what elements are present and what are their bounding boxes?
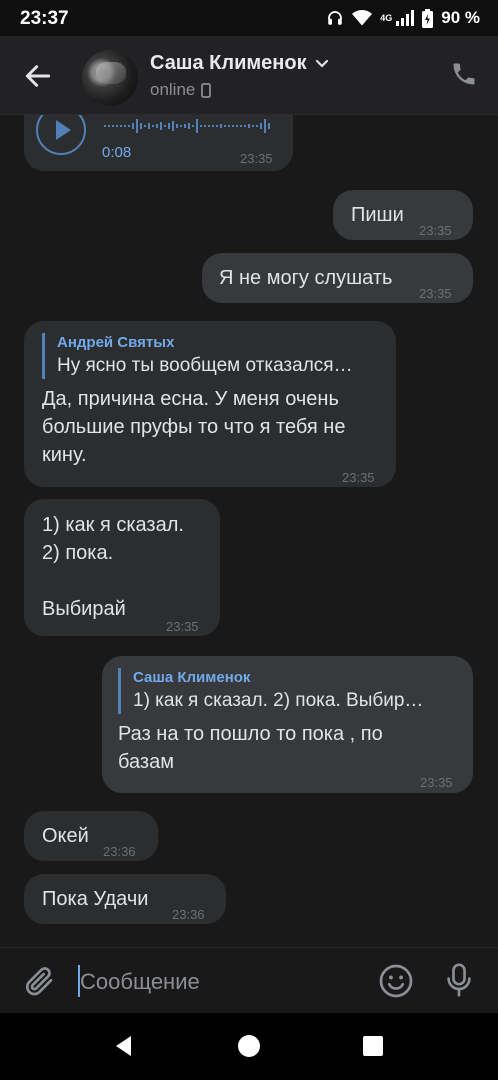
message-time: 23:35 (419, 223, 452, 238)
chat-header: Саша Клименок online (0, 36, 498, 115)
message-time: 23:36 (103, 844, 136, 859)
battery-level: 90 % (441, 8, 480, 27)
nav-home-icon[interactable] (237, 1034, 261, 1058)
message-text: 1) как я сказал. 2) пока. Выбирай (42, 514, 184, 620)
message-text: Пиши (351, 204, 404, 226)
incoming-reply-message: Андрей Святых Ну ясно ты вообщем отказал… (24, 321, 396, 487)
message-input-placeholder: Сообщение (80, 969, 200, 994)
outgoing-message: Я не могу слушать 23:35 (202, 253, 473, 303)
outgoing-reply-message: Саша Клименок 1) как я сказал. 2) пока. … (102, 656, 473, 793)
phone-icon[interactable] (450, 60, 478, 88)
message-text: Раз на то пошло то пока , по базам (118, 723, 383, 773)
status-icons: 4G 90 % (326, 8, 480, 28)
message-time: 23:35 (240, 151, 273, 166)
network-type: 4G (380, 13, 393, 23)
play-button[interactable] (36, 115, 86, 155)
chevron-down-icon (315, 59, 328, 68)
reply-quote[interactable]: Саша Клименок 1) как я сказал. 2) пока. … (118, 668, 457, 714)
headphones-icon (328, 11, 343, 25)
message-time: 23:35 (419, 286, 452, 301)
play-icon (56, 120, 71, 140)
voice-message: 0:08 23:35 (24, 115, 293, 171)
presence-text: online (150, 80, 196, 99)
nav-back-icon[interactable] (112, 1034, 136, 1058)
reply-text: Ну ясно ты вообщем отказался… (57, 355, 353, 376)
emoji-smile-icon[interactable] (378, 963, 414, 999)
status-time: 23:37 (20, 8, 69, 29)
reply-author: Саша Клименок (133, 669, 251, 686)
status-bar: 23:37 4G 90 % (0, 0, 498, 36)
mobile-device-icon (201, 82, 212, 98)
avatar[interactable] (82, 50, 138, 106)
waveform (104, 119, 270, 133)
reply-quote[interactable]: Андрей Святых Ну ясно ты вообщем отказал… (42, 333, 378, 379)
presence-status: online (150, 80, 212, 100)
message-list[interactable]: 0:08 23:35 Пиши 23:35 Я не могу слушать … (0, 115, 498, 947)
contact-name-button[interactable]: Саша Клименок (150, 52, 329, 75)
message-time: 23:35 (420, 775, 453, 790)
contact-name: Саша Клименок (150, 52, 307, 74)
message-text: Я не могу слушать (219, 267, 393, 289)
battery-charging-icon (422, 8, 434, 28)
message-time: 23:35 (166, 619, 199, 634)
voice-duration: 0:08 (102, 144, 132, 161)
wifi-icon (352, 10, 373, 26)
microphone-icon[interactable] (442, 962, 476, 998)
message-composer: Сообщение (0, 947, 498, 1014)
reply-author: Андрей Святых (57, 334, 175, 351)
message-time: 23:36 (172, 907, 205, 922)
reply-text: 1) как я сказал. 2) пока. Выбир… (133, 690, 424, 711)
system-navigation-bar (0, 1013, 498, 1080)
outgoing-message: Пиши 23:35 (333, 190, 473, 240)
incoming-message: Пока Удачи 23:36 (24, 874, 226, 924)
message-time: 23:35 (342, 470, 375, 485)
incoming-message: 1) как я сказал. 2) пока. Выбирай 23:35 (24, 499, 220, 636)
message-text: Да, причина есна. У меня очень большие п… (42, 388, 346, 466)
back-arrow-icon[interactable] (22, 60, 54, 92)
message-input[interactable]: Сообщение (76, 956, 356, 1006)
incoming-message: Окей 23:36 (24, 811, 158, 861)
message-text: Окей (42, 825, 89, 847)
signal-icon (396, 10, 415, 26)
message-text: Пока Удачи (42, 888, 149, 910)
nav-recents-icon[interactable] (362, 1035, 384, 1057)
attach-paperclip-icon[interactable] (22, 964, 56, 998)
